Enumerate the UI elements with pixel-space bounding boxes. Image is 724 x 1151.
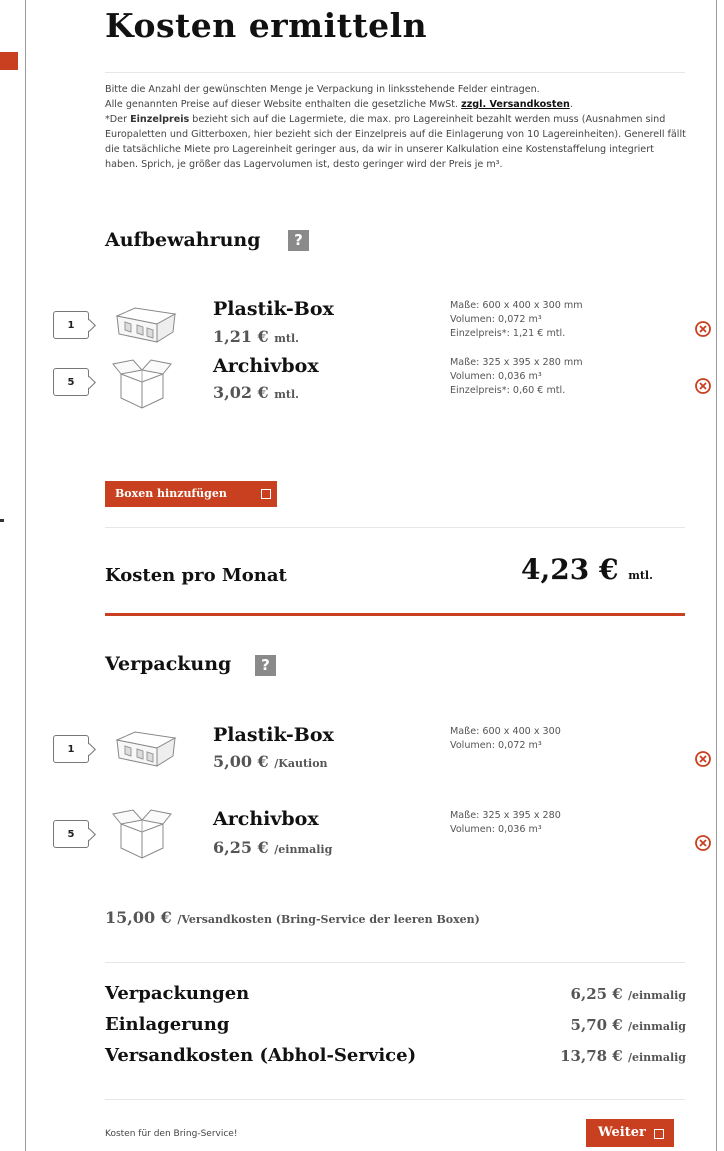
packaging-item-specs: Maße: 325 x 395 x 280 Volumen: 0,036 m³ [450,809,561,837]
summary-unit: /einmalig [627,989,686,1002]
price-value: 3,02 € [213,383,269,402]
remove-icon[interactable] [695,751,711,767]
intro-line2-end: . [569,99,573,110]
storage-help-button[interactable]: ? [288,230,309,251]
intro-line3-rest: bezieht sich auf die Lagermiete, die max… [105,114,686,170]
spec-dimensions: Maße: 600 x 400 x 300 [450,726,561,737]
price-unit: /Kaution [274,757,328,770]
footer-note: Kosten für den Bring-Service! [105,1129,238,1139]
packaging-item-name: Plastik-Box [213,724,334,746]
bring-service-shipping: 15,00 € /Versandkosten (Bring-Service de… [105,908,480,927]
storage-item-price: 3,02 € mtl. [213,383,299,402]
price-value: 5,00 € [213,752,269,771]
next-label: Weiter [598,1125,646,1140]
monthly-unit: mtl. [628,569,653,582]
cost-calculator-panel: Kosten ermitteln Bitte die Anzahl der ge… [25,0,717,1151]
divider [105,72,685,73]
summary-amount: 13,78 € [560,1047,623,1065]
monthly-value: 4,23 € [521,553,619,586]
intro-line3: *Der [105,114,131,125]
spec-volume: Volumen: 0,072 m³ [450,314,542,325]
intro-bold-term: Einzelpreis [130,114,190,125]
shipping-costs-link[interactable]: zzgl. Versandkosten [461,99,570,110]
spec-volume: Volumen: 0,036 m³ [450,824,542,835]
spec-dimensions: Maße: 325 x 395 x 280 [450,810,561,821]
monthly-cost-value: 4,23 € mtl. [521,553,653,586]
shipping-value: 15,00 € [105,908,172,927]
monthly-cost-label: Kosten pro Monat [105,565,287,586]
storage-section-title: Aufbewahrung [105,229,261,251]
left-dash [0,519,4,522]
summary-label: Versandkosten (Abhol-Service) [105,1045,417,1066]
spec-unit-price: Einzelpreis*: 1,21 € mtl. [450,328,566,339]
arrow-box-icon [261,489,271,499]
page-title: Kosten ermitteln [105,6,428,45]
spec-dimensions: Maße: 600 x 400 x 300 mm [450,300,583,311]
storage-item-name: Archivbox [213,355,319,377]
plastic-box-icon [115,307,177,343]
left-accent-bar [0,52,18,70]
intro-text: Bitte die Anzahl der gewünschten Menge j… [105,82,690,172]
packaging-item-specs: Maße: 600 x 400 x 300 Volumen: 0,072 m³ [450,725,561,753]
spec-volume: Volumen: 0,036 m³ [450,371,542,382]
accent-divider [105,613,685,616]
shipping-text: /Versandkosten (Bring-Service der leeren… [177,913,480,926]
storage-item-specs: Maße: 325 x 395 x 280 mm Volumen: 0,036 … [450,356,583,398]
divider [105,527,685,528]
intro-line2: Alle genannten Preise auf dieser Website… [105,99,462,110]
spec-dimensions: Maße: 325 x 395 x 280 mm [450,357,583,368]
packaging-item-name: Archivbox [213,808,319,830]
summary-value: 6,25 € /einmalig [571,985,686,1003]
price-value: 1,21 € [213,327,269,346]
remove-icon[interactable] [695,321,711,337]
summary-value: 13,78 € /einmalig [560,1047,686,1065]
summary-label: Verpackungen [105,983,250,1004]
summary-unit: /einmalig [627,1051,686,1064]
archive-box-icon [112,809,172,859]
arrow-box-icon [654,1129,664,1139]
price-unit: mtl. [274,332,299,345]
packaging-item-price: 5,00 € /Kaution [213,752,328,771]
spec-unit-price: Einzelpreis*: 0,60 € mtl. [450,385,566,396]
packaging-section-title: Verpackung [105,653,232,675]
summary-unit: /einmalig [627,1020,686,1033]
divider [105,962,685,963]
summary-amount: 6,25 € [570,985,623,1003]
price-unit: mtl. [274,388,299,401]
archive-box-icon [112,359,172,409]
storage-item-name: Plastik-Box [213,298,334,320]
intro-line1: Bitte die Anzahl der gewünschten Menge j… [105,84,540,95]
storage-item-specs: Maße: 600 x 400 x 300 mm Volumen: 0,072 … [450,299,583,341]
summary-amount: 5,70 € [570,1016,623,1034]
remove-icon[interactable] [695,378,711,394]
remove-icon[interactable] [695,835,711,851]
add-boxes-button[interactable]: Boxen hinzufügen [105,481,277,507]
add-boxes-label: Boxen hinzufügen [115,487,227,500]
summary-value: 5,70 € /einmalig [571,1016,686,1034]
summary-label: Einlagerung [105,1014,230,1035]
next-button[interactable]: Weiter [586,1119,674,1147]
storage-item-price: 1,21 € mtl. [213,327,299,346]
plastic-box-icon [115,731,177,767]
price-unit: /einmalig [274,843,333,856]
divider [105,1099,685,1100]
packaging-item-price: 6,25 € /einmalig [213,838,332,857]
price-value: 6,25 € [213,838,269,857]
spec-volume: Volumen: 0,072 m³ [450,740,542,751]
packaging-help-button[interactable]: ? [255,655,276,676]
